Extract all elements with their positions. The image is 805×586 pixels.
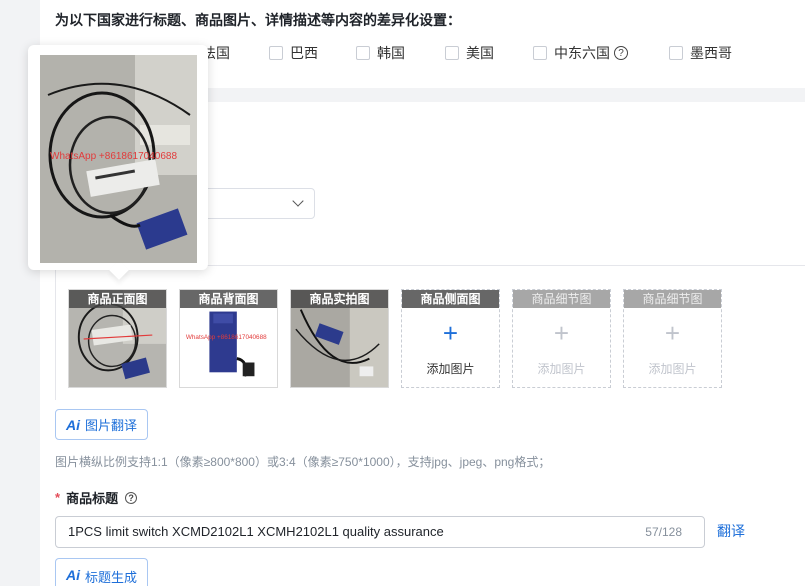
slot-label: 商品侧面图	[402, 290, 499, 308]
image-slot-back[interactable]: WhatsApp +8618617040688 商品背面图	[179, 289, 278, 388]
image-preview-popover: WhatsApp +8618617040688	[28, 45, 208, 280]
image-slot-detail-2[interactable]: 商品细节图 + 添加图片	[623, 289, 722, 388]
product-title-value: 1PCS limit switch XCMD2102L1 XCMH2102L1 …	[68, 524, 444, 539]
image-translate-button[interactable]: Ai 图片翻译	[55, 409, 149, 440]
image-slot-detail-1[interactable]: 商品细节图 + 添加图片	[512, 289, 611, 388]
country-diff-title: 为以下国家进行标题、商品图片、详情描述等内容的差异化设置：	[55, 12, 461, 28]
country-checkbox-brazil[interactable]: 巴西	[269, 43, 318, 63]
checkbox-icon[interactable]	[445, 46, 459, 60]
add-image-text: 添加图片	[426, 362, 475, 376]
ai-icon: Ai	[66, 416, 80, 433]
question-circle-icon[interactable]: ?	[614, 46, 628, 60]
checkbox-icon[interactable]	[669, 46, 683, 60]
checkbox-icon[interactable]	[356, 46, 370, 60]
image-preview: WhatsApp +8618617040688	[40, 55, 197, 263]
image-format-hint: 图片横纵比例支持1:1（像素≥800*800）或3:4（像素≥750*1000）…	[55, 455, 551, 469]
plus-icon: +	[664, 318, 681, 348]
watermark-text: WhatsApp +8618617040688	[186, 334, 267, 341]
add-image-text: 添加图片	[648, 362, 697, 376]
required-mark: *	[55, 490, 61, 505]
image-slot-front[interactable]: 商品正面图	[68, 289, 167, 388]
country-checkbox-korea[interactable]: 韩国	[356, 43, 405, 63]
product-title-input[interactable]: 1PCS limit switch XCMD2102L1 XCMH2102L1 …	[55, 516, 705, 548]
plus-icon: +	[442, 318, 459, 348]
image-slot-real-shot[interactable]: 商品实拍图	[290, 289, 389, 388]
checkbox-icon[interactable]	[533, 46, 547, 60]
title-generate-label: 标题生成	[85, 570, 138, 585]
translate-link[interactable]: 翻译	[717, 521, 745, 541]
slot-label: 商品背面图	[180, 290, 277, 308]
product-title-label: * 商品标题 ?	[55, 488, 138, 507]
watermark-text: WhatsApp +8618617040688	[50, 151, 177, 162]
chevron-down-icon	[292, 195, 304, 207]
title-generate-button[interactable]: Ai 标题生成	[55, 558, 149, 586]
plus-icon: +	[553, 318, 570, 348]
country-checkbox-usa[interactable]: 美国	[445, 43, 494, 63]
country-checkbox-mexico[interactable]: 墨西哥	[669, 43, 732, 63]
question-circle-icon[interactable]: ?	[125, 491, 138, 504]
char-counter: 57/128	[645, 525, 682, 539]
checkbox-icon[interactable]	[269, 46, 283, 60]
image-slot-side[interactable]: 商品侧面图 + 添加图片	[401, 289, 500, 388]
country-checkbox-middle-east[interactable]: 中东六国?	[533, 43, 628, 63]
add-image-text: 添加图片	[537, 362, 586, 376]
ai-icon: Ai	[66, 567, 80, 583]
slot-label: 商品正面图	[69, 290, 166, 308]
product-photo-preview: WhatsApp +8618617040688	[40, 55, 197, 263]
slot-label: 商品细节图	[624, 290, 721, 308]
slot-label: 商品实拍图	[291, 290, 388, 308]
slot-label: 商品细节图	[513, 290, 610, 308]
image-translate-label: 图片翻译	[85, 418, 138, 433]
